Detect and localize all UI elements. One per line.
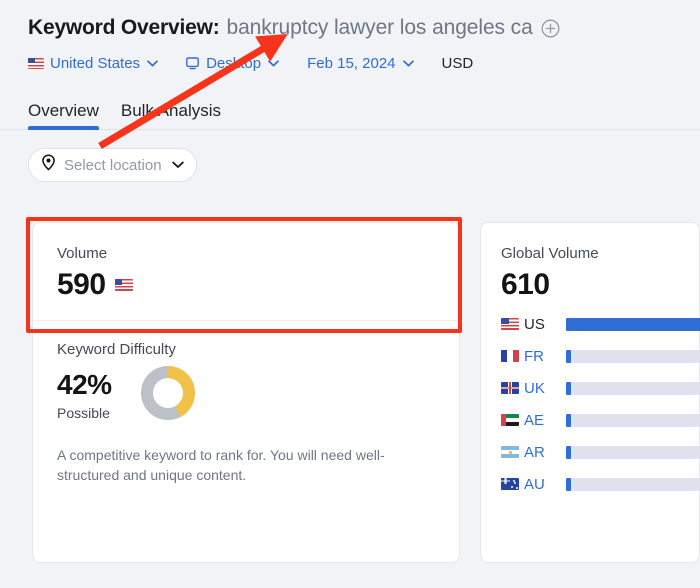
volume-label: Volume (57, 245, 108, 262)
ae-flag-icon (501, 414, 519, 426)
device-filter[interactable]: Desktop (186, 55, 279, 72)
volume-bar-track (566, 349, 700, 363)
overview-metrics-card: Volume 590 Keyword Difficulty 42% Possib… (32, 222, 460, 563)
country-filter[interactable]: United States (28, 55, 158, 72)
date-filter[interactable]: Feb 15, 2024 (307, 54, 414, 72)
global-volume-row: US (501, 315, 700, 333)
currency-label: USD (441, 54, 474, 72)
date-filter-label: Feb 15, 2024 (307, 54, 396, 72)
country-code-link[interactable]: UK (524, 380, 556, 397)
volume-bar-track (566, 381, 700, 395)
volume-value: 590 (57, 268, 106, 301)
country-code-link[interactable]: AR (524, 444, 556, 461)
volume-bar-fill (566, 317, 700, 331)
volume-bar-fill (566, 477, 572, 491)
global-volume-row: UK (501, 380, 700, 397)
volume-card: Volume 590 (33, 223, 459, 320)
country-filter-label: United States (50, 54, 141, 72)
volume-bar-track (566, 317, 700, 331)
country-code-link[interactable]: AE (524, 412, 556, 429)
us-flag-icon (28, 57, 44, 69)
location-bar: Select location (0, 130, 700, 182)
country-code-link[interactable]: FR (524, 348, 556, 365)
page-header: Keyword Overview: bankruptcy lawyer los … (0, 0, 700, 74)
global-volume-value: 610 (501, 268, 550, 301)
volume-bar-fill (566, 349, 572, 363)
us-flag-icon (501, 318, 519, 330)
fr-flag-icon (501, 350, 519, 362)
volume-bar-track (566, 445, 700, 459)
global-volume-label: Global Volume (501, 245, 599, 262)
keyword-difficulty-description: A competitive keyword to rank for. You w… (57, 447, 385, 484)
country-code-link: US (524, 315, 545, 333)
volume-bar-fill (566, 413, 572, 427)
desktop-icon (186, 56, 200, 70)
global-volume-row: AR (501, 444, 700, 461)
keyword-difficulty-percent: 42% (57, 369, 112, 401)
map-pin-icon (41, 154, 56, 176)
tab-bulk-analysis[interactable]: Bulk Analysis (121, 101, 221, 129)
select-location-dropdown[interactable]: Select location (28, 148, 197, 182)
filter-bar: United States Desktop Feb 15, 2024 USD (28, 52, 672, 74)
volume-bar-track (566, 477, 700, 491)
device-filter-label: Desktop (206, 54, 262, 72)
volume-bar-fill (566, 381, 572, 395)
select-location-label: Select location (64, 156, 162, 174)
keyword-difficulty-status: Possible (57, 404, 110, 421)
keyword-difficulty-card: Keyword Difficulty 42% Possible A compet… (33, 320, 459, 504)
global-volume-row: AU (501, 476, 700, 493)
global-volume-country-list: US FR UK AE AR AU (501, 315, 700, 493)
chevron-down-icon (147, 59, 158, 67)
country-code-link[interactable]: AU (524, 476, 556, 493)
tab-bar: Overview Bulk Analysis (0, 94, 700, 130)
volume-bar-track (566, 413, 700, 427)
chevron-down-icon (268, 59, 279, 67)
uk-flag-icon (501, 382, 519, 394)
global-volume-row: FR (501, 348, 700, 365)
chevron-down-icon (171, 156, 184, 174)
page-title-keyword: bankruptcy lawyer los angeles ca (226, 16, 533, 39)
page-title-prefix: Keyword Overview: (28, 16, 220, 39)
au-flag-icon (501, 478, 519, 490)
circle-plus-icon[interactable] (541, 18, 561, 38)
global-volume-row: AE (501, 412, 700, 429)
page-title: Keyword Overview: bankruptcy lawyer los … (28, 16, 672, 40)
metrics-area: Volume 590 Keyword Difficulty 42% Possib… (32, 222, 700, 563)
chevron-down-icon (402, 59, 414, 67)
global-volume-card: Global Volume 610 US FR UK AE AR AU (480, 222, 700, 563)
ar-flag-icon (501, 446, 519, 458)
us-flag-icon (114, 279, 133, 291)
keyword-difficulty-label: Keyword Difficulty (57, 341, 176, 358)
tab-overview[interactable]: Overview (28, 101, 99, 130)
keyword-difficulty-donut-chart (139, 364, 197, 427)
volume-bar-fill (566, 445, 572, 459)
